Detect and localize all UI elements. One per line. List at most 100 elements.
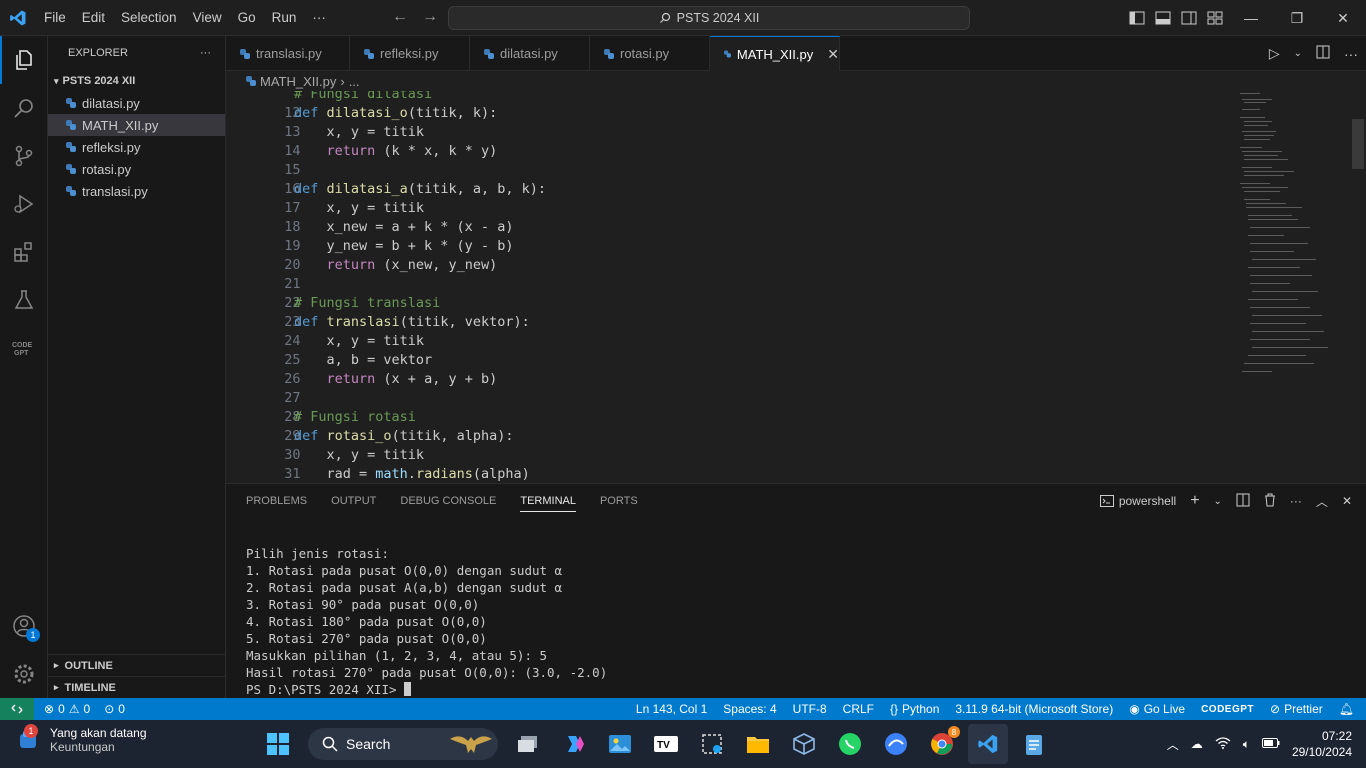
copilot-icon[interactable]: [554, 724, 594, 764]
terminal-shell-selector[interactable]: powershell: [1099, 494, 1176, 508]
tab-math-xii[interactable]: MATH_XII.py ✕: [710, 36, 840, 71]
file-item-rotasi[interactable]: rotasi.py: [48, 158, 225, 180]
tab-dilatasi[interactable]: dilatasi.py: [470, 36, 590, 71]
settings-gear-icon[interactable]: [0, 650, 48, 698]
widgets-button[interactable]: 1 Yang akan datang Keuntungan: [14, 724, 147, 754]
go-live-button[interactable]: ◉ Go Live: [1129, 702, 1185, 716]
testing-flask-icon[interactable]: [0, 276, 48, 324]
extensions-icon[interactable]: [0, 228, 48, 276]
close-window-button[interactable]: ✕: [1320, 0, 1366, 36]
run-python-file-icon[interactable]: ▷: [1269, 45, 1280, 62]
new-terminal-icon[interactable]: +: [1190, 492, 1199, 510]
problems-status[interactable]: ⊗ 0 ⚠ 0: [44, 702, 90, 716]
codegpt-status[interactable]: CODEGPT: [1201, 704, 1254, 715]
outline-section[interactable]: ▸ OUTLINE: [48, 654, 226, 676]
code-line: 16: [226, 161, 1226, 197]
folder-root[interactable]: ▾ PSTS 2024 XII: [48, 70, 225, 92]
minimize-button[interactable]: —: [1228, 0, 1274, 36]
vscode-taskbar-icon[interactable]: [968, 724, 1008, 764]
virtualbox-icon[interactable]: [784, 724, 824, 764]
tradingview-icon[interactable]: TV: [646, 724, 686, 764]
split-editor-icon[interactable]: [1316, 45, 1330, 62]
menu-selection[interactable]: Selection: [113, 10, 185, 25]
tab-output[interactable]: OUTPUT: [331, 495, 376, 507]
file-item-refleksi[interactable]: refleksi.py: [48, 136, 225, 158]
file-item-math-xii[interactable]: MATH_XII.py: [48, 114, 225, 136]
task-view-icon[interactable]: [508, 724, 548, 764]
file-explorer-icon[interactable]: [738, 724, 778, 764]
volume-icon[interactable]: 🔈︎: [1243, 737, 1250, 752]
chrome-icon[interactable]: 8: [922, 724, 962, 764]
cursor-position[interactable]: Ln 143, Col 1: [636, 702, 707, 716]
start-windows-icon[interactable]: [258, 724, 298, 764]
trash-icon[interactable]: [1264, 493, 1276, 510]
chevron-down-icon[interactable]: ⌄: [1294, 48, 1302, 59]
tab-terminal[interactable]: TERMINAL: [520, 495, 576, 512]
menu-view[interactable]: View: [185, 10, 230, 25]
explorer-icon[interactable]: [0, 36, 48, 84]
battery-icon[interactable]: [1261, 737, 1280, 751]
command-center-search[interactable]: PSTS 2024 XII: [448, 6, 970, 30]
toggle-secondary-sidebar-icon[interactable]: [1176, 0, 1202, 36]
editor-scrollbar[interactable]: [1352, 119, 1364, 169]
customize-layout-icon[interactable]: [1202, 0, 1228, 36]
chevron-down-icon[interactable]: ⌄: [1214, 496, 1222, 507]
prettier-status[interactable]: ⊘ Prettier: [1270, 702, 1323, 716]
ports-status[interactable]: ⊙ 0: [104, 702, 125, 716]
tab-ports[interactable]: PORTS: [600, 495, 638, 507]
tab-rotasi[interactable]: rotasi.py: [590, 36, 710, 71]
timeline-section[interactable]: ▸ TIMELINE: [48, 676, 226, 698]
indentation[interactable]: Spaces: 4: [723, 702, 776, 716]
minimap[interactable]: [1236, 91, 1346, 381]
split-terminal-icon[interactable]: [1236, 493, 1250, 510]
notepad-icon[interactable]: [1014, 724, 1054, 764]
show-hidden-icons-icon[interactable]: ︿: [1167, 736, 1179, 753]
code-editor[interactable]: 12 # Fungsi dilatasi 13 def dilatasi_o(t…: [226, 91, 1366, 483]
toggle-primary-sidebar-icon[interactable]: [1124, 0, 1150, 36]
panel-more-icon[interactable]: ···: [1290, 494, 1302, 508]
terminal-prompt-line[interactable]: PS D:\PSTS 2024 XII>: [246, 681, 607, 698]
restore-button[interactable]: ❐: [1274, 0, 1320, 36]
end-of-line[interactable]: CRLF: [843, 702, 874, 716]
back-arrow-icon[interactable]: ←: [392, 8, 408, 26]
snipping-tool-icon[interactable]: [692, 724, 732, 764]
whatsapp-icon[interactable]: [830, 724, 870, 764]
close-panel-icon[interactable]: ✕: [1342, 494, 1352, 508]
toggle-panel-icon[interactable]: [1150, 0, 1176, 36]
breadcrumb-file[interactable]: MATH_XII.py: [260, 74, 336, 89]
remote-indicator-icon[interactable]: [0, 698, 34, 720]
photos-icon[interactable]: [600, 724, 640, 764]
edge-like-browser-icon[interactable]: [876, 724, 916, 764]
editor-more-icon[interactable]: ···: [1344, 46, 1358, 62]
close-tab-icon[interactable]: ✕: [827, 46, 839, 63]
menu-edit[interactable]: Edit: [74, 10, 113, 25]
maximize-panel-icon[interactable]: ︿: [1316, 493, 1328, 510]
menu-go[interactable]: Go: [230, 10, 264, 25]
tab-debug-console[interactable]: DEBUG CONSOLE: [400, 495, 496, 507]
codegpt-icon[interactable]: CODE GPT: [0, 324, 48, 372]
source-control-icon[interactable]: [0, 132, 48, 180]
breadcrumb-symbol[interactable]: ...: [349, 74, 360, 89]
cloud-sync-icon[interactable]: ☁︎: [1191, 737, 1203, 751]
search-view-icon[interactable]: [0, 84, 48, 132]
file-item-translasi[interactable]: translasi.py: [48, 180, 225, 202]
clock[interactable]: 07:22 29/10/2024: [1292, 728, 1352, 760]
menu-run[interactable]: Run: [264, 10, 305, 25]
menu-file[interactable]: File: [36, 10, 74, 25]
taskbar-search[interactable]: Search: [308, 728, 498, 760]
explorer-more-icon[interactable]: ···: [200, 47, 211, 59]
wifi-icon[interactable]: [1215, 736, 1231, 752]
tab-refleksi[interactable]: refleksi.py: [350, 36, 470, 71]
accounts-icon[interactable]: 1: [0, 602, 48, 650]
encoding[interactable]: UTF-8: [793, 702, 827, 716]
terminal-output[interactable]: Pilih jenis rotasi: 1. Rotasi pada pusat…: [246, 545, 607, 698]
run-debug-icon[interactable]: [0, 180, 48, 228]
tab-problems[interactable]: PROBLEMS: [246, 495, 307, 507]
forward-arrow-icon[interactable]: →: [422, 8, 438, 26]
tab-translasi[interactable]: translasi.py: [226, 36, 350, 71]
language-mode[interactable]: {} Python: [890, 702, 939, 716]
notifications-bell-icon[interactable]: 🔔︎: [1339, 702, 1354, 716]
python-interpreter[interactable]: 3.11.9 64-bit (Microsoft Store): [955, 702, 1113, 716]
file-item-dilatasi[interactable]: dilatasi.py: [48, 92, 225, 114]
menu-more[interactable]: ···: [304, 10, 334, 25]
